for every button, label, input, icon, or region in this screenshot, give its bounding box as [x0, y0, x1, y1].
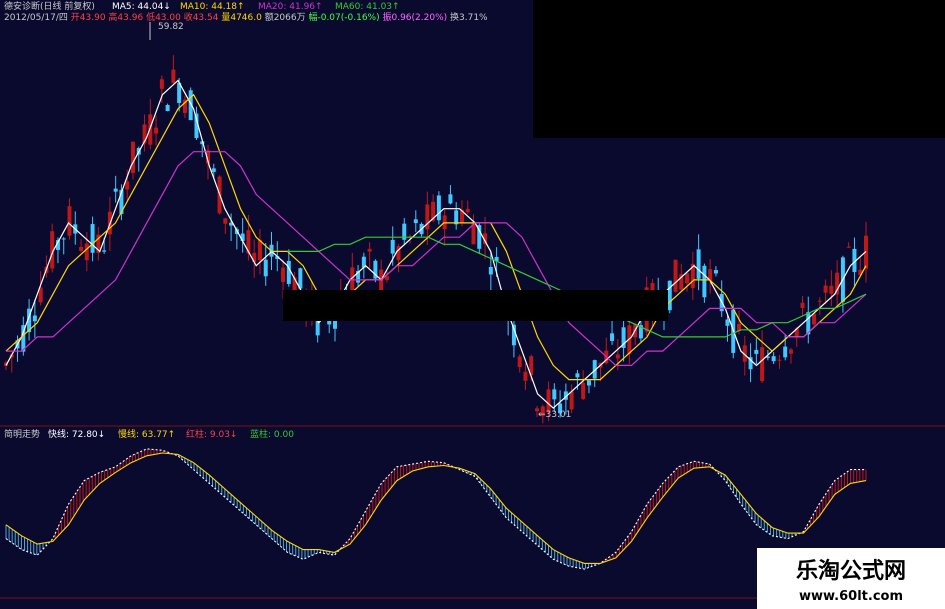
quote-field-5: 量4746.0: [221, 12, 264, 23]
blue-bar-label: 蓝柱: 0.00: [250, 428, 294, 440]
fast-line-label: 快线: 72.80↓: [48, 428, 105, 440]
candle-body: [90, 224, 95, 253]
quote-field-1: 开43.90: [71, 12, 109, 23]
candle-body: [771, 356, 776, 362]
candle-body: [788, 349, 793, 354]
slow-line-label: 慢线: 63.77↑: [118, 428, 175, 440]
candle-body: [812, 313, 817, 325]
candle-body: [829, 285, 834, 294]
candle-body: [286, 260, 291, 284]
candle-body: [696, 249, 701, 279]
ma10-label: MA10: 44.18↑: [180, 2, 245, 12]
candle-body: [442, 215, 447, 230]
quote-field-6: 额2066万: [265, 11, 309, 23]
quote-field-9: 换3.71%: [450, 11, 488, 23]
candle-body: [159, 79, 164, 89]
candle-body: [552, 389, 557, 400]
red-bar-label: 红柱: 9.03↓: [186, 428, 237, 440]
candle-body: [783, 346, 788, 358]
candle-body: [61, 238, 66, 240]
candle-body: [257, 239, 262, 261]
quote-field-4: 收43.54: [184, 11, 222, 23]
watermark-title: 乐淘公式网: [796, 558, 906, 584]
redaction-block-top-right: [533, 0, 945, 138]
candle-body: [615, 354, 620, 359]
candle-body: [148, 114, 153, 145]
candle-body: [725, 319, 730, 326]
candle-body: [575, 373, 580, 378]
candle-body: [817, 300, 822, 302]
candle-body: [685, 273, 690, 284]
chart-title: 德安诊断(日线 前复权): [4, 0, 95, 12]
candle-body: [32, 315, 37, 322]
candle-body: [713, 270, 718, 274]
candle-body: [488, 266, 493, 275]
candle-body: [517, 356, 522, 368]
stock-chart-screen: 德安诊断(日线 前复权) MA5: 44.04↓ MA10: 44.18↑ MA…: [0, 0, 945, 609]
ma5-label: MA5: 44.04↓: [112, 2, 171, 12]
candle-body: [367, 248, 372, 252]
candle-body: [581, 383, 586, 399]
candle-body: [130, 141, 135, 174]
candle-body: [523, 371, 528, 381]
candle-body: [84, 243, 89, 261]
candle-body: [702, 265, 707, 298]
quote-field-8: 振0.96(2.20%): [382, 11, 450, 23]
watermark-url: www.60lt.com: [799, 589, 903, 604]
candle-body: [79, 246, 84, 251]
candle-body: [754, 349, 759, 354]
candle-body: [673, 259, 678, 292]
candle-body: [67, 206, 72, 236]
candle-body: [171, 69, 176, 83]
candle-body: [102, 250, 107, 252]
quote-field-0: 2012/05/17/四: [4, 13, 71, 23]
candle-body: [823, 285, 828, 293]
candle-body: [760, 347, 765, 382]
quote-field-2: 高43.96: [108, 11, 146, 23]
candle-body: [777, 359, 782, 361]
ma20-label: MA20: 41.96↑: [258, 2, 323, 12]
candle-body: [610, 333, 615, 341]
quote-info-row: 2012/05/17/四 开43.90 高43.96 低43.00 收43.54…: [4, 11, 488, 23]
candle-body: [165, 105, 170, 111]
candle-body: [454, 210, 459, 225]
candle-body: [800, 302, 805, 308]
candle-body: [546, 389, 551, 413]
candle-body: [263, 259, 268, 277]
candle-body: [211, 168, 216, 172]
quote-field-7: 幅-0.07(-0.16%): [308, 11, 382, 23]
candle-body: [569, 391, 574, 410]
redaction-block-middle: [283, 290, 668, 321]
candle-body: [223, 218, 228, 224]
candle-body: [125, 181, 130, 190]
candle-body: [448, 194, 453, 204]
candle-body: [436, 195, 441, 221]
candle-body: [667, 280, 672, 311]
candle-body: [390, 239, 395, 254]
candle-body: [413, 219, 418, 224]
high-price-label: 59.82: [158, 22, 184, 32]
candle-body: [465, 208, 470, 213]
candle-body: [154, 127, 159, 134]
ma60-label: MA60: 41.03↑: [335, 2, 400, 12]
candle-body: [281, 267, 286, 283]
candle-body: [846, 246, 851, 248]
candle-body: [113, 188, 118, 192]
chart-canvas[interactable]: 德安诊断(日线 前复权) MA5: 44.04↓ MA10: 44.18↑ MA…: [0, 0, 945, 609]
low-price-label: ←33.01: [538, 410, 571, 420]
candle-body: [586, 380, 591, 386]
indicator-name: 简明走势: [4, 428, 40, 440]
